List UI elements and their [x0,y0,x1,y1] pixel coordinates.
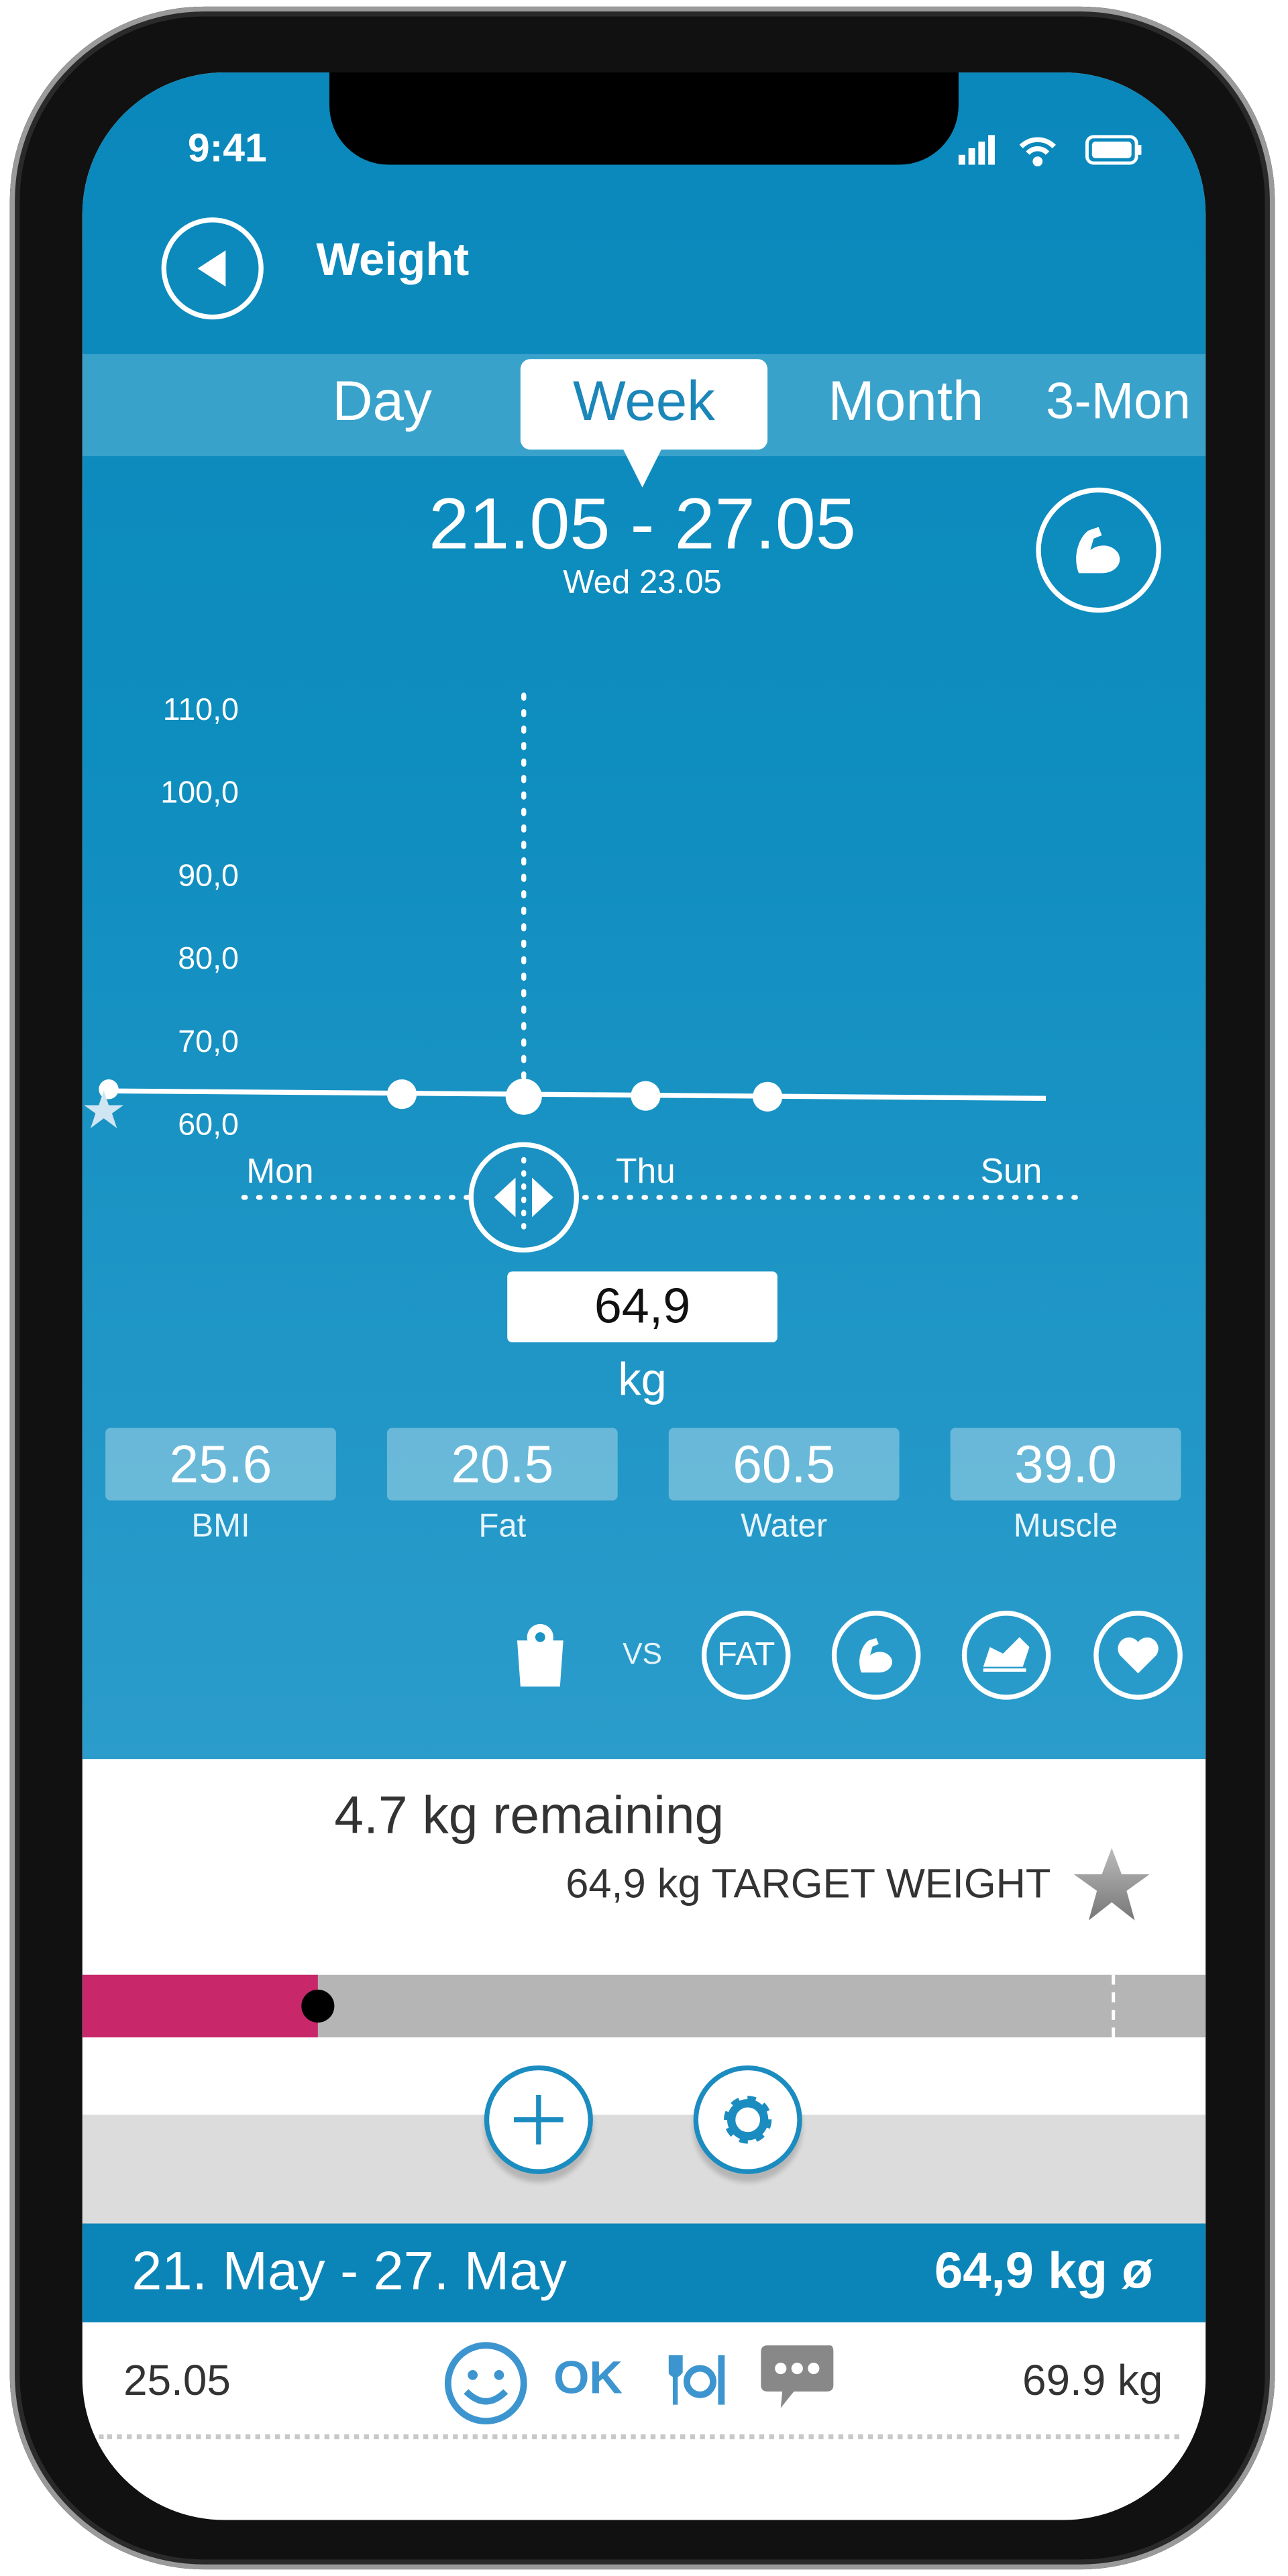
goal-progress-fill [82,1974,319,2038]
tab-week[interactable]: Week [573,354,715,456]
remaining-text: 4.7 kg remaining [334,1785,724,1845]
summary-range: 21. May - 27. May [131,2240,567,2301]
data-point [386,1079,417,1110]
x-tick-label: Thu [616,1151,676,1190]
metric-water-value[interactable]: 60.5 [668,1428,900,1501]
weight-chart[interactable]: 110,0 100,0 90,0 80,0 70,0 60,0Mon Thu Sun [83,600,1205,1258]
tab-month[interactable]: Month [828,354,983,456]
selected-day: Wed 23.05 [563,565,722,602]
metric-muscle-label: Muscle [1013,1508,1118,1545]
muscle-compare-button[interactable] [831,1611,921,1700]
data-point [631,1081,661,1111]
activity-compare-button[interactable] [961,1611,1051,1700]
metric-bmi-label: BMI [191,1508,250,1545]
current-weight-value[interactable]: 64,9 [507,1271,777,1342]
target-marker-line [1112,1974,1116,2038]
weight-trend-line [109,1088,1046,1101]
page-title: Weight [316,233,470,285]
vs-label: VS [623,1637,663,1670]
status-icons [958,135,1142,166]
smiley-icon [444,2342,527,2425]
status-time: 9:41 [187,127,267,172]
y-tick-label: 80,0 [178,941,239,975]
comment-icon[interactable] [757,2342,837,2414]
entry-row[interactable]: 25.05 OK 69.9 kg [99,2326,1179,2440]
action-bar [82,2114,1206,2224]
x-tick-label: Mon [246,1151,313,1190]
wifi-icon [1019,137,1056,166]
tab-3-month[interactable]: 3-Mon [1046,354,1191,456]
scale-icon[interactable] [511,1621,570,1690]
data-point [753,1081,783,1112]
metric-water-label: Water [741,1508,828,1545]
settings-button[interactable] [693,2065,802,2174]
y-tick-label: 110,0 [163,692,239,727]
fat-compare-button[interactable]: FAT [701,1611,791,1700]
metric-bmi-value[interactable]: 25.6 [105,1428,336,1501]
meal-icon [668,2355,725,2405]
current-weight-unit: kg [618,1354,667,1405]
heart-icon [1118,1637,1159,1674]
screen: 9:41 Weight Day Week Month 3-Mon 21.05 -… [82,72,1206,2520]
y-tick-label: 100,0 [160,775,239,810]
signal-icon [958,135,995,165]
metric-muscle-value[interactable]: 39.0 [950,1428,1181,1501]
selected-data-point [505,1078,542,1115]
target-star-marker [84,1090,124,1128]
summary-average: 64,9 kg ø [934,2241,1153,2300]
heart-compare-button[interactable] [1093,1611,1183,1700]
muscle-mode-button[interactable] [1036,487,1161,613]
y-tick-label: 70,0 [178,1024,239,1059]
tab-day[interactable]: Day [332,354,431,456]
target-star-icon [1073,1847,1150,1921]
add-entry-button[interactable] [484,2065,593,2174]
muscle-icon [859,1638,892,1673]
entry-weight: 69.9 kg [1022,2355,1163,2405]
gear-icon [724,2096,772,2144]
target-weight-text: 64,9 kg TARGET WEIGHT [566,1861,1051,1908]
entry-mood: OK [553,2352,623,2404]
plus-icon [514,2095,564,2145]
x-tick-label: Sun [981,1151,1042,1190]
range-title: 21.05 - 27.05 [429,484,856,566]
shoe-icon [983,1637,1030,1672]
fat-icon: FAT [717,1636,775,1673]
muscle-icon [1076,527,1120,574]
back-button[interactable] [161,217,264,320]
entry-date: 25.05 [123,2355,231,2405]
notch [329,72,959,165]
metric-fat-value[interactable]: 20.5 [386,1428,618,1501]
back-arrow-icon [197,250,226,287]
metric-fat-label: Fat [478,1508,527,1545]
y-tick-label: 90,0 [178,857,239,892]
battery-icon [1085,135,1142,165]
y-tick-label: 60,0 [178,1107,239,1142]
data-point [99,1079,119,1099]
